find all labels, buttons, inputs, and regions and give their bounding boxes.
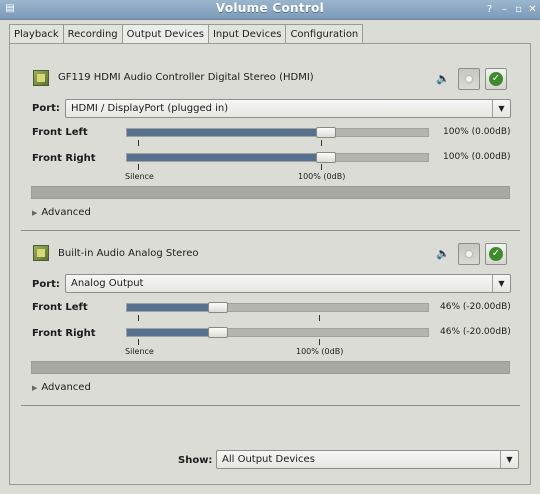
dropdown-arrow-icon: ▼ <box>500 451 518 468</box>
advanced-expander[interactable]: ▶ Advanced <box>32 207 91 218</box>
set-default-button[interactable]: ✓ <box>485 243 507 265</box>
silence-tick <box>138 140 139 146</box>
expander-arrow-icon: ▶ <box>32 384 38 392</box>
tab-playback[interactable]: Playback <box>9 24 64 44</box>
dropdown-arrow-icon: ▼ <box>492 100 510 117</box>
silence-mark-label: Silence <box>125 172 154 181</box>
volume-value: 100% (0.00dB) <box>443 152 511 162</box>
channel-label: Front Left <box>32 302 88 313</box>
slider-handle[interactable] <box>315 152 336 163</box>
checkmark-icon: ✓ <box>489 72 503 86</box>
device-separator <box>21 405 520 406</box>
slider-handle[interactable] <box>208 327 229 338</box>
slider-fill <box>127 154 326 161</box>
volume-slider-front-left[interactable] <box>126 302 429 313</box>
full-volume-tick <box>319 339 320 345</box>
slider-fill <box>127 304 219 311</box>
channel-label: Front Right <box>32 153 96 164</box>
title-bar[interactable]: ▤ Volume Control ? – ▫ ✕ <box>0 0 540 20</box>
tab-recording[interactable]: Recording <box>62 24 123 44</box>
mute-indicator-icon <box>466 76 472 82</box>
port-select[interactable]: Analog Output ▼ <box>65 274 511 293</box>
volume-value: 100% (0.00dB) <box>443 127 511 137</box>
full-volume-tick <box>321 140 322 146</box>
show-label: Show: <box>178 455 213 466</box>
advanced-label: Advanced <box>41 207 91 218</box>
volume-value: 46% (-20.00dB) <box>440 327 511 337</box>
slider-handle[interactable] <box>315 127 336 138</box>
help-icon[interactable]: ? <box>483 3 496 16</box>
advanced-expander[interactable]: ▶ Advanced <box>32 382 91 393</box>
expander-arrow-icon: ▶ <box>32 209 38 217</box>
audio-card-icon <box>33 245 49 261</box>
minimize-icon[interactable]: – <box>498 3 511 16</box>
mute-indicator-icon <box>466 251 472 257</box>
peak-meter <box>31 186 510 199</box>
device-separator <box>21 230 520 231</box>
device-name: Built-in Audio Analog Stereo <box>58 248 199 259</box>
port-select-value: HDMI / DisplayPort (plugged in) <box>71 103 229 114</box>
device-name: GF119 HDMI Audio Controller Digital Ster… <box>58 72 314 83</box>
port-select-value: Analog Output <box>71 278 144 289</box>
speaker-mute-icon: 🔈 <box>436 72 450 85</box>
output-devices-panel: GF119 HDMI Audio Controller Digital Ster… <box>9 43 531 485</box>
volume-slider-front-right[interactable] <box>126 327 429 338</box>
checkmark-icon: ✓ <box>489 247 503 261</box>
advanced-label: Advanced <box>41 382 91 393</box>
volume-slider-front-left[interactable] <box>126 127 429 138</box>
speaker-mute-icon: 🔈 <box>436 247 450 260</box>
tab-input-devices[interactable]: Input Devices <box>207 24 287 44</box>
full-volume-tick <box>321 164 322 170</box>
show-devices-value: All Output Devices <box>222 454 315 465</box>
mute-toggle-button[interactable] <box>458 68 480 90</box>
set-default-button[interactable]: ✓ <box>485 68 507 90</box>
slider-handle[interactable] <box>208 302 229 313</box>
port-label: Port: <box>32 279 60 290</box>
volume-slider-front-right[interactable] <box>126 152 429 163</box>
dropdown-arrow-icon: ▼ <box>492 275 510 292</box>
mute-toggle-button[interactable] <box>458 243 480 265</box>
silence-tick <box>138 315 139 321</box>
maximize-icon[interactable]: ▫ <box>512 3 525 16</box>
show-devices-select[interactable]: All Output Devices ▼ <box>216 450 519 469</box>
volume-value: 46% (-20.00dB) <box>440 302 511 312</box>
peak-meter <box>31 361 510 374</box>
tab-configuration[interactable]: Configuration <box>285 24 364 44</box>
full-volume-tick <box>319 315 320 321</box>
silence-tick <box>138 164 139 170</box>
slider-fill <box>127 129 326 136</box>
channel-label: Front Right <box>32 328 96 339</box>
silence-tick <box>138 339 139 345</box>
window-title: Volume Control <box>215 1 325 15</box>
channel-label: Front Left <box>32 127 88 138</box>
full-volume-mark-label: 100% (0dB) <box>296 347 344 356</box>
full-volume-mark-label: 100% (0dB) <box>298 172 346 181</box>
tab-output-devices[interactable]: Output Devices <box>121 24 209 44</box>
port-label: Port: <box>32 103 60 114</box>
audio-card-icon <box>33 70 49 86</box>
tab-bar: Playback Recording Output Devices Input … <box>9 24 364 44</box>
slider-fill <box>127 329 219 336</box>
silence-mark-label: Silence <box>125 347 154 356</box>
port-select[interactable]: HDMI / DisplayPort (plugged in) ▼ <box>65 99 511 118</box>
close-icon[interactable]: ✕ <box>526 3 539 16</box>
